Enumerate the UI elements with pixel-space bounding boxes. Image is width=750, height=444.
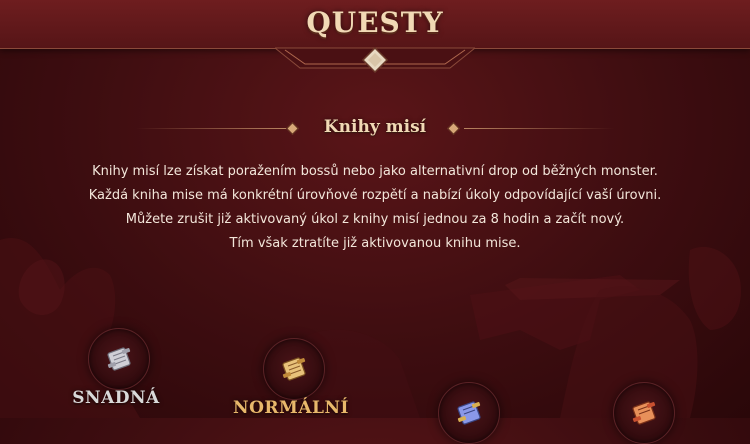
difficulty-icon-container — [88, 328, 150, 390]
difficulty-label: SNADNÁ — [72, 388, 160, 408]
section-header: Knihy misí — [0, 116, 750, 142]
difficulty-icon-container — [263, 338, 325, 400]
scroll-icon — [457, 401, 481, 425]
page-title: QUESTY — [306, 6, 444, 39]
description-line: Knihy misí lze získat poražením bossů ne… — [92, 164, 658, 179]
title-ornament — [275, 46, 475, 74]
difficulty-label: NORMÁLNÍ — [233, 398, 349, 418]
scroll-icon — [632, 401, 656, 425]
section-title: Knihy misí — [323, 117, 427, 137]
difficulty-icon-container — [613, 382, 675, 444]
scroll-icon — [282, 357, 306, 381]
section-line-right — [464, 128, 614, 129]
difficulty-icon-container — [438, 382, 500, 444]
scroll-icon — [107, 347, 131, 371]
